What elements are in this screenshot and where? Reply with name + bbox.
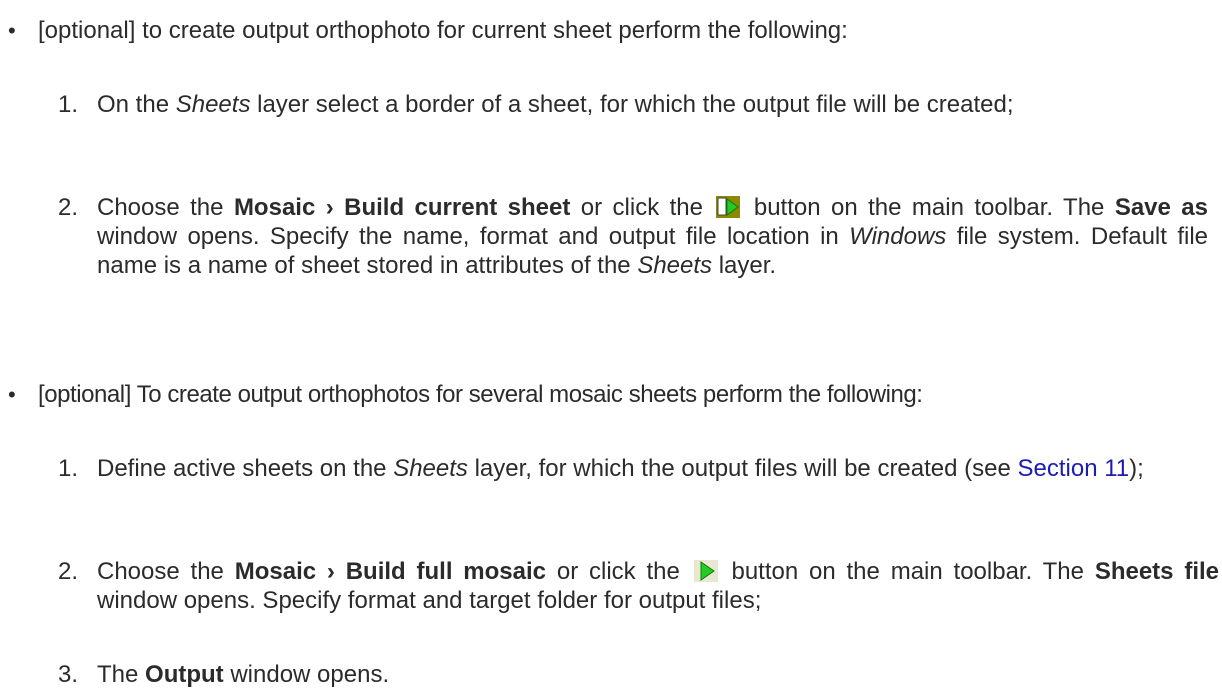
build-current-sheet-icon bbox=[716, 196, 741, 218]
window-name: Save as bbox=[1114, 194, 1208, 221]
layer-name: Sheets bbox=[175, 91, 251, 118]
layer-name: Sheets bbox=[393, 455, 468, 482]
window-name: Output bbox=[145, 661, 224, 688]
step-text: Choose the Mosaic › Build full mosaic or… bbox=[97, 558, 1220, 614]
bullet-marker: • bbox=[8, 18, 16, 43]
bullet-text: [optional] to create output orthophoto f… bbox=[38, 17, 848, 44]
step-number: 1. bbox=[57, 455, 78, 482]
step-number: 2. bbox=[57, 558, 78, 585]
bullet-marker: • bbox=[8, 382, 16, 407]
step-number: 3. bbox=[57, 661, 78, 688]
menu-path: Mosaic › Build full mosaic bbox=[234, 558, 547, 585]
os-name: Windows bbox=[849, 223, 947, 250]
window-name: Sheets file bbox=[1094, 558, 1220, 585]
bullet-text: [optional] To create output orthophotos … bbox=[38, 381, 923, 408]
step-text: Choose the Mosaic › Build current sheet … bbox=[97, 194, 1208, 279]
step-text: On the Sheets layer select a border of a… bbox=[97, 91, 1014, 118]
step-text: The Output window opens. bbox=[97, 661, 390, 688]
build-full-mosaic-icon bbox=[693, 560, 718, 582]
step-number: 1. bbox=[57, 91, 78, 118]
section-link[interactable]: Section 11 bbox=[1018, 455, 1130, 482]
step-text: Define active sheets on the Sheets layer… bbox=[97, 455, 1144, 482]
menu-path: Mosaic › Build current sheet bbox=[233, 194, 571, 221]
step-number: 2. bbox=[57, 194, 78, 221]
layer-name: Sheets bbox=[637, 252, 713, 279]
document-page: • [optional] to create output orthophoto… bbox=[0, 0, 1222, 695]
